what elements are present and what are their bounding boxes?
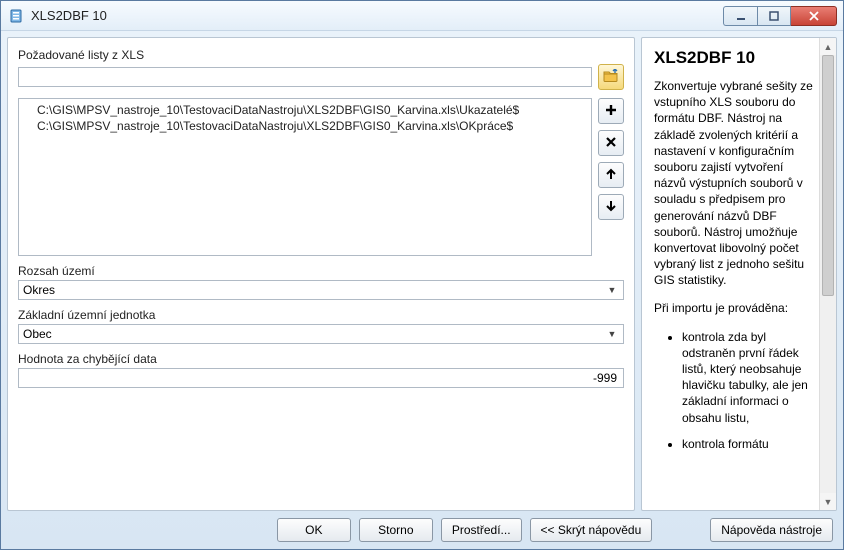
ok-button[interactable]: OK <box>277 518 351 542</box>
chevron-down-icon: ▼ <box>605 329 619 339</box>
arrow-up-icon <box>604 167 618 184</box>
sheets-label: Požadované listy z XLS <box>18 48 624 62</box>
tool-help-button[interactable]: Nápověda nástroje <box>710 518 833 542</box>
help-list-item: kontrola formátu <box>682 436 818 452</box>
unit-label: Základní územní jednotka <box>18 308 624 322</box>
help-paragraph: Zkonvertuje vybrané sešity ze vstupního … <box>654 78 818 288</box>
window-title: XLS2DBF 10 <box>31 8 723 23</box>
extent-value: Okres <box>23 283 605 297</box>
scroll-thumb[interactable] <box>822 55 834 296</box>
app-icon <box>9 8 25 24</box>
scroll-up-icon[interactable]: ▲ <box>820 38 836 55</box>
unit-select[interactable]: Obec ▼ <box>18 324 624 344</box>
move-down-button[interactable] <box>598 194 624 220</box>
remove-button[interactable] <box>598 130 624 156</box>
extent-select[interactable]: Okres ▼ <box>18 280 624 300</box>
button-bar: OK Storno Prostředí... << Skrýt nápovědu… <box>1 511 843 549</box>
close-button[interactable] <box>791 6 837 26</box>
titlebar: XLS2DBF 10 <box>1 1 843 31</box>
maximize-button[interactable] <box>757 6 791 26</box>
list-item[interactable]: C:\GIS\MPSV_nastroje_10\TestovaciDataNas… <box>19 118 591 134</box>
move-up-button[interactable] <box>598 162 624 188</box>
help-scrollbar[interactable]: ▲ ▼ <box>819 38 836 510</box>
missing-value: -999 <box>593 371 617 385</box>
environment-button[interactable]: Prostředí... <box>441 518 522 542</box>
help-panel: XLS2DBF 10 Zkonvertuje vybrané sešity ze… <box>641 37 837 511</box>
arrow-down-icon <box>604 199 618 216</box>
missing-label: Hodnota za chybějící data <box>18 352 624 366</box>
hide-help-button[interactable]: << Skrýt nápovědu <box>530 518 653 542</box>
browse-button[interactable] <box>598 64 624 90</box>
sheets-listbox[interactable]: C:\GIS\MPSV_nastroje_10\TestovaciDataNas… <box>18 98 592 256</box>
folder-open-icon <box>603 69 619 86</box>
cancel-button[interactable]: Storno <box>359 518 433 542</box>
scroll-down-icon[interactable]: ▼ <box>820 493 836 510</box>
chevron-down-icon: ▼ <box>605 285 619 295</box>
path-input[interactable] <box>18 67 592 87</box>
help-title: XLS2DBF 10 <box>654 48 818 68</box>
scroll-track[interactable] <box>820 55 836 493</box>
missing-value-input[interactable]: -999 <box>18 368 624 388</box>
list-item[interactable]: C:\GIS\MPSV_nastroje_10\TestovaciDataNas… <box>19 102 591 118</box>
help-paragraph: Při importu je prováděna: <box>654 300 818 316</box>
x-icon <box>604 135 618 152</box>
minimize-button[interactable] <box>723 6 757 26</box>
add-button[interactable] <box>598 98 624 124</box>
unit-value: Obec <box>23 327 605 341</box>
help-list-item: kontrola zda byl odstraněn první řádek l… <box>682 329 818 426</box>
extent-label: Rozsah území <box>18 264 624 278</box>
app-window: XLS2DBF 10 Požadované listy z XLS <box>0 0 844 550</box>
plus-icon <box>604 103 618 120</box>
main-panel: Požadované listy z XLS C:\GIS\MPSV_nast <box>7 37 635 511</box>
